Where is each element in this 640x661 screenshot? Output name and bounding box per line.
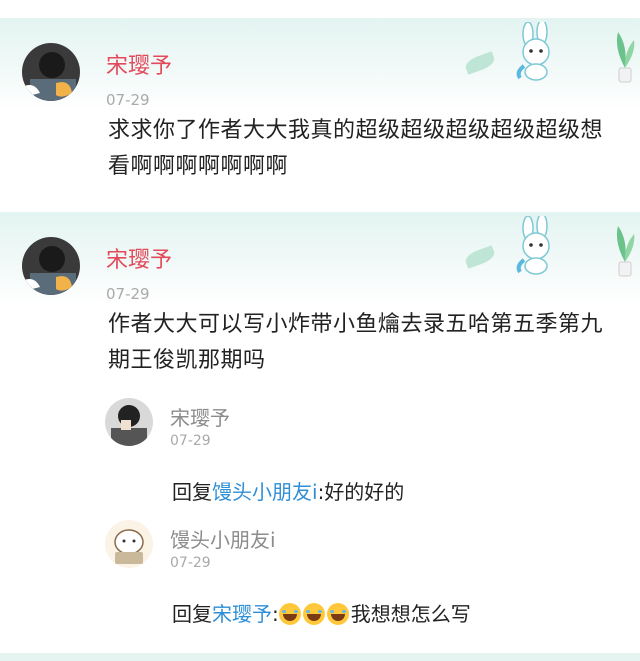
avatar[interactable] [22,237,80,295]
reply-date: 07-29 [170,555,211,571]
reply-text: 回复宋璎予: 我想想怎么写 [172,598,471,627]
reply-author-name[interactable]: 宋璎予 [170,402,230,431]
reply-avatar[interactable] [105,520,153,568]
reply-date: 07-29 [170,433,211,449]
author-name[interactable]: 宋璎予 [106,48,172,80]
plant-icon [616,226,635,277]
mention-link[interactable]: 宋璎予 [212,602,272,626]
avatar-image [105,520,153,568]
comment-date: 07-29 [106,91,150,109]
leaf-icon [463,245,497,269]
reply-content: 我想想怎么写 [350,602,471,626]
bunny-icon [516,22,550,81]
comment-date: 07-29 [106,285,150,303]
comment-card: 宋璎予 07-29 求求你了作者大大我真的超级超级超级超级超级想看啊啊啊啊啊啊啊 [0,18,640,210]
avatar-image [22,237,80,295]
reply-prefix: 回复 [172,480,212,504]
avatar-image [22,43,80,101]
laughing-tears-emoji-icon [278,603,301,625]
leaf-icon [463,51,497,75]
reply-content: 好的好的 [324,480,405,504]
author-name[interactable]: 宋璎予 [106,242,172,274]
avatar[interactable] [22,43,80,101]
comment-card: 宋璎予 07-29 作者大大可以写小炸带小鱼爚去录五哈第五季第九期王俊凯那期吗 … [0,212,640,653]
comment-text: 求求你了作者大大我真的超级超级超级超级超级想看啊啊啊啊啊啊啊 [108,118,604,179]
reply-avatar[interactable] [105,398,153,446]
header-decoration [0,18,640,110]
reply-author-name[interactable]: 馒头小朋友i [170,524,276,553]
plant-icon [616,32,635,83]
header-decoration [0,212,640,304]
laughing-tears-emoji-icon [302,603,325,625]
reply-colon: : [272,602,279,626]
reply-prefix: 回复 [172,602,212,626]
bunny-icon [516,216,550,275]
laughing-tears-emoji-icon [326,603,349,625]
avatar-image [105,398,153,446]
next-comment-edge [0,653,640,661]
comment-text: 作者大大可以写小炸带小鱼爚去录五哈第五季第九期王俊凯那期吗 [108,312,604,373]
reply-text: 回复馒头小朋友i:好的好的 [172,476,404,505]
mention-link[interactable]: 馒头小朋友i [212,480,318,504]
